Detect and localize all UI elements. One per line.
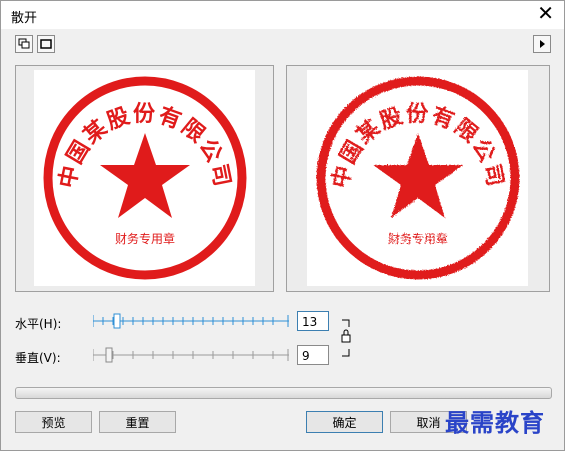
dialog-title: 散开 — [11, 11, 38, 26]
close-icon[interactable]: ✕ — [537, 3, 554, 23]
dual-preview-button[interactable] — [15, 35, 33, 53]
seal-subtext: 财务专用章 — [114, 231, 174, 246]
single-preview-icon — [40, 39, 52, 49]
seal-image-original: 中国某股份有限公司 财务专用章 — [43, 76, 246, 280]
menu-expand-button[interactable] — [533, 35, 551, 53]
single-preview-button[interactable] — [37, 35, 55, 53]
dual-preview-icon — [18, 38, 30, 49]
play-arrow-icon — [540, 40, 545, 48]
horizontal-label: 水平(H): — [15, 317, 62, 331]
vertical-value-input[interactable]: 9 — [297, 345, 329, 365]
seal-image-scattered: 中国某股份有限公司 财务专用章 — [316, 76, 519, 280]
ok-button[interactable]: 确定 — [306, 411, 383, 433]
scatter-dialog: 散开 ✕ 中国某股份有限公司 财务专用章 中国某股份有限公司 财务专用章 水平(… — [0, 0, 565, 451]
horizontal-value-input[interactable]: 13 — [297, 311, 329, 331]
watermark-logo: 最需教育 — [445, 408, 545, 437]
vertical-label: 垂直(V): — [15, 351, 61, 365]
title-bar: 散开 ✕ — [1, 1, 564, 29]
horizontal-slider[interactable] — [93, 311, 289, 331]
horizontal-slider-thumb — [113, 313, 121, 329]
seal-subtext-scattered: 财务专用章 — [387, 231, 447, 246]
result-preview-panel: 中国某股份有限公司 财务专用章 — [286, 65, 550, 292]
lock-ratio-icon[interactable] — [340, 319, 352, 357]
vertical-slider-thumb — [105, 347, 113, 363]
progress-bar — [15, 387, 552, 399]
original-preview-panel: 中国某股份有限公司 财务专用章 — [15, 65, 274, 292]
original-preview: 中国某股份有限公司 财务专用章 — [34, 70, 255, 286]
reset-button[interactable]: 重置 — [99, 411, 176, 433]
result-preview: 中国某股份有限公司 财务专用章 — [307, 70, 528, 286]
preview-button[interactable]: 预览 — [15, 411, 92, 433]
vertical-slider[interactable] — [93, 345, 289, 365]
